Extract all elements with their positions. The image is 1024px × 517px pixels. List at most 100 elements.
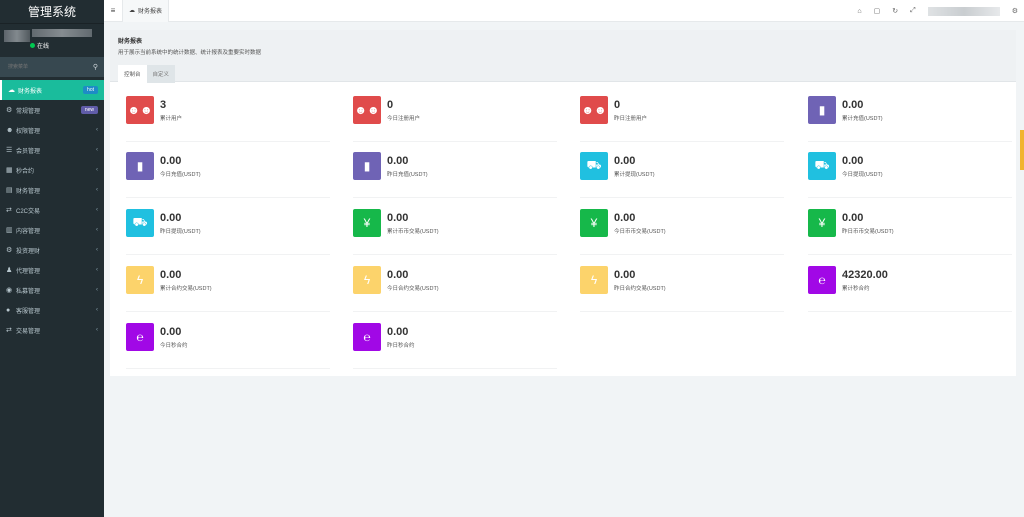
- avatar: [4, 30, 30, 42]
- comment-icon: ●: [6, 306, 11, 314]
- stat-label: 昨日秒合约: [387, 343, 415, 349]
- sidebar-item[interactable]: ⇄ 交易管理 ‹: [0, 320, 104, 340]
- sidebar-search-input[interactable]: [6, 63, 93, 71]
- trash-icon[interactable]: ▢: [874, 7, 881, 15]
- stat-label: 今日币币交易(USDT): [614, 229, 666, 235]
- stat-value: 0.00: [614, 269, 636, 281]
- stat-value: 42320.00: [842, 269, 888, 281]
- user-panel: 在线: [0, 24, 104, 56]
- sidebar-item-label: 私募管理: [16, 288, 41, 295]
- stat-card: ☻☻ 3 累计用户: [126, 96, 330, 142]
- stat-card: ☻☻ 0 今日注册用户: [353, 96, 557, 142]
- users-icon: ☻: [6, 126, 14, 134]
- main-content: 财务报表 用于展示当前系统中的统计数据、统计报表及重要实时数据 控制台 自定义 …: [110, 30, 1016, 376]
- sidebar-item-label: 客服管理: [16, 308, 41, 315]
- gears-icon: ⚙: [6, 107, 13, 114]
- stat-value: 0.00: [160, 326, 182, 338]
- ie-icon: ℮: [353, 323, 381, 351]
- user-group-icon: ♟: [6, 267, 13, 274]
- stat-card: ℮ 42320.00 累计秒合约: [808, 266, 1012, 312]
- username-blurred[interactable]: [927, 6, 1000, 16]
- users-icon: ☻☻: [353, 96, 381, 124]
- ie-icon: ℮: [808, 266, 836, 294]
- exchange-icon: ⇄: [6, 207, 12, 214]
- sidebar: 管理系统 在线 ⚲ ☁财务报表hot⚙常规管理new☻权限管理‹☰会员管理‹▦秒…: [0, 0, 104, 517]
- username-blurred: [32, 29, 92, 37]
- stat-value: 0.00: [160, 269, 182, 281]
- app-title: 管理系统: [0, 0, 104, 24]
- tab-console[interactable]: 控制台: [118, 65, 147, 83]
- stat-card: ☻☻ 0 昨日注册用户: [580, 96, 784, 142]
- sidebar-item[interactable]: ☰ 会员管理 ‹: [0, 140, 104, 160]
- tab-custom[interactable]: 自定义: [146, 65, 176, 83]
- sidebar-item[interactable]: ▥ 内容管理 ‹: [0, 220, 104, 240]
- stat-label: 昨日币币交易(USDT): [842, 229, 894, 235]
- sidebar-item-label: 常规管理: [16, 108, 41, 115]
- yen-icon: ¥: [808, 209, 836, 237]
- sidebar-item-label: 会员管理: [16, 148, 41, 155]
- refresh-icon[interactable]: ↻: [892, 7, 898, 15]
- stat-card: ϟ 0.00 累计合约交易(USDT): [126, 266, 330, 312]
- sidebar-item[interactable]: ☁ 财务报表 hot: [0, 80, 104, 100]
- stat-label: 昨日注册用户: [614, 116, 648, 122]
- sidebar-item[interactable]: ⇄ C2C交易 ‹: [0, 200, 104, 220]
- lightning-icon: ϟ: [353, 266, 381, 294]
- sidebar-item[interactable]: ☻ 权限管理 ‹: [0, 120, 104, 140]
- stat-label: 累计秒合约: [842, 286, 870, 292]
- stat-label: 昨日充值(USDT): [387, 172, 428, 178]
- lightning-icon: ϟ: [580, 266, 608, 294]
- stat-card: ⛟ 0.00 今日提现(USDT): [808, 152, 1012, 198]
- hamburger-icon[interactable]: ≡: [104, 6, 122, 15]
- sidebar-badge: hot: [83, 86, 98, 94]
- page-title: 财务报表: [118, 39, 143, 45]
- dashboard-icon: ☁: [129, 8, 135, 14]
- content-tabs: 控制台 自定义: [118, 65, 1008, 83]
- tab-finance-report[interactable]: ☁ 财务报表: [122, 0, 170, 22]
- sidebar-item-label: 财务报表: [18, 88, 43, 95]
- stat-value: 0.00: [160, 212, 182, 224]
- sidebar-item[interactable]: ▤ 财务管理 ‹: [0, 180, 104, 200]
- page-subtitle: 用于展示当前系统中的统计数据、统计报表及重要实时数据: [118, 50, 262, 56]
- sidebar-item-label: 内容管理: [16, 228, 41, 235]
- book-icon: ▮: [353, 152, 381, 180]
- stat-value: 0.00: [387, 212, 409, 224]
- stat-card: ℮ 0.00 昨日秒合约: [353, 323, 557, 369]
- shopping-bag-icon: ⛟: [580, 152, 608, 180]
- home-icon[interactable]: ⌂: [857, 8, 861, 15]
- exchange-icon-2: ⇄: [6, 327, 12, 334]
- stat-card: ⛟ 0.00 昨日提现(USDT): [126, 209, 330, 255]
- stat-label: 累计充值(USDT): [842, 116, 883, 122]
- stat-value: 3: [160, 99, 167, 111]
- chevron-left-icon: ‹: [96, 267, 98, 273]
- stat-card: ▮ 0.00 今日充值(USDT): [126, 152, 330, 198]
- fullscreen-icon[interactable]: ⤢: [910, 7, 916, 15]
- sidebar-item[interactable]: ⚙ 常规管理 new: [0, 100, 104, 120]
- gear-icon: ⚙: [6, 247, 13, 254]
- sidebar-item[interactable]: ◉ 私募管理 ‹: [0, 280, 104, 300]
- book-icon: ▥: [6, 227, 13, 234]
- sidebar-item[interactable]: ⚙ 投资理财 ‹: [0, 240, 104, 260]
- scroll-indicator[interactable]: [1020, 130, 1024, 170]
- stat-label: 累计合约交易(USDT): [160, 286, 212, 292]
- stat-label: 累计币币交易(USDT): [387, 229, 439, 235]
- stat-label: 今日注册用户: [387, 116, 421, 122]
- yen-icon: ¥: [353, 209, 381, 237]
- chevron-left-icon: ‹: [96, 147, 98, 153]
- settings-icon[interactable]: ⚙: [1012, 7, 1018, 15]
- sidebar-badge: new: [80, 106, 98, 114]
- shopping-bag-icon: ⛟: [808, 152, 836, 180]
- sidebar-item[interactable]: ● 客服管理 ‹: [0, 300, 104, 320]
- table-icon: ▤: [6, 187, 13, 194]
- stat-value: 0.00: [160, 155, 182, 167]
- topbar-right: ⌂ ▢ ↻ ⤢ ⚙: [857, 0, 1018, 22]
- sidebar-item[interactable]: ♟ 代理管理 ‹: [0, 260, 104, 280]
- stat-label: 今日充值(USDT): [160, 172, 201, 178]
- stat-value: 0.00: [387, 269, 409, 281]
- stat-label: 今日合约交易(USDT): [387, 286, 439, 292]
- sidebar-item-label: 投资理财: [16, 248, 41, 255]
- stat-value: 0: [614, 99, 621, 111]
- search-icon[interactable]: ⚲: [93, 63, 98, 71]
- stat-card: ¥0.00 昨日币币交易(USDT): [808, 209, 1012, 255]
- stat-card: ▮ 0.00 昨日充值(USDT): [353, 152, 557, 198]
- sidebar-item[interactable]: ▦ 秒合约 ‹: [0, 160, 104, 180]
